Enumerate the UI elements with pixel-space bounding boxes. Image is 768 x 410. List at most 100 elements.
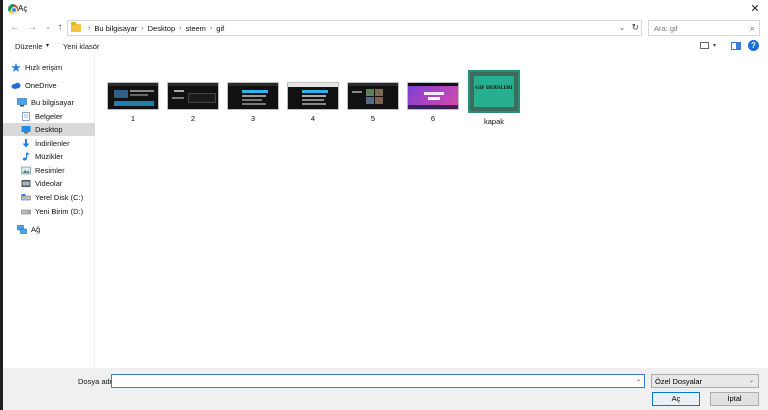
sidebar-item-downloads[interactable]: İndirilenler [3, 137, 95, 150]
sidebar-item-label: Yerel Disk (C:) [35, 193, 84, 202]
organize-button[interactable]: Düzenle [15, 42, 43, 51]
file-name: 5 [370, 114, 376, 123]
breadcrumb-item[interactable]: steem [186, 24, 206, 33]
sidebar-item-label: Müzikler [35, 152, 63, 161]
breadcrumb-separator[interactable]: › [179, 25, 181, 32]
music-icon [21, 152, 31, 161]
search-placeholder: Ara: gif [654, 24, 678, 33]
file-type-value: Özel Dosyalar [655, 377, 703, 386]
sidebar-item-label: Belgeler [35, 112, 63, 121]
file-name: 2 [190, 114, 196, 123]
file-name: kapak [483, 117, 504, 126]
chevron-down-icon[interactable]: ⌄ [749, 377, 754, 384]
file-item[interactable]: 5 [346, 82, 400, 123]
filename-input[interactable]: ⌄ [111, 374, 645, 388]
sidebar-item-music[interactable]: Müzikler [3, 150, 95, 163]
file-thumbnail [407, 82, 459, 110]
up-button[interactable]: ↑ [53, 21, 67, 35]
title-bar: Aç ✕ [3, 0, 768, 18]
sidebar-item-new-volume-d[interactable]: Yeni Birim (D:) [3, 205, 95, 218]
file-item[interactable]: 6 [406, 82, 460, 123]
back-button[interactable]: ← [8, 21, 22, 35]
sidebar-item-label: Bu bilgisayar [31, 98, 74, 107]
file-thumbnail: GIF DERSLERİ [468, 70, 520, 113]
cloud-icon [11, 81, 21, 90]
file-thumbnail [167, 82, 219, 110]
videos-icon [21, 179, 31, 188]
close-button[interactable]: ✕ [748, 2, 762, 16]
address-bar[interactable]: › Bu bilgisayar › Desktop › steem › gif … [67, 20, 642, 36]
search-icon[interactable]: ⌕ [750, 23, 755, 34]
window-title: Aç [18, 4, 28, 13]
open-button[interactable]: Aç [652, 392, 700, 406]
file-item[interactable]: 2 [166, 82, 220, 123]
computer-icon [17, 98, 27, 107]
file-item[interactable]: 1 [106, 82, 160, 123]
sidebar-item-label: Hızlı erişim [25, 63, 63, 72]
desktop-icon [21, 125, 31, 134]
sidebar-item-local-disk-c[interactable]: Yerel Disk (C:) [3, 191, 95, 204]
file-thumbnail [227, 82, 279, 110]
file-list: 1 2 3 4 5 6 GIF DERSLERİ kapak [96, 55, 768, 368]
sidebar-item-onedrive[interactable]: OneDrive [3, 79, 95, 92]
sidebar-item-label: OneDrive [25, 81, 57, 90]
preview-pane-icon[interactable] [731, 42, 741, 50]
drive-d-icon [21, 207, 31, 216]
chevron-down-icon[interactable]: ▾ [46, 42, 49, 49]
chevron-down-icon[interactable]: ⌄ [636, 376, 641, 383]
pictures-icon [21, 166, 31, 175]
view-dropdown-icon[interactable]: ▾ [713, 42, 716, 49]
sidebar-item-network[interactable]: Ağ [3, 223, 95, 236]
network-icon [17, 225, 27, 234]
sidebar-item-label: İndirilenler [35, 139, 70, 148]
command-toolbar: Düzenle ▾ Yeni klasör ▾ ? [3, 38, 768, 55]
sidebar-item-label: Desktop [35, 125, 63, 134]
forward-button[interactable]: → [25, 21, 39, 35]
file-thumbnail [287, 82, 339, 110]
view-options-icon[interactable] [700, 42, 709, 49]
file-type-select[interactable]: Özel Dosyalar ⌄ [651, 374, 759, 388]
sidebar-item-quick-access[interactable]: Hızlı erişim [3, 61, 95, 74]
dialog-footer: Dosya adı: ⌄ Özel Dosyalar ⌄ Aç İptal [3, 368, 768, 410]
breadcrumb-separator: › [88, 25, 91, 32]
breadcrumb-item[interactable]: Bu bilgisayar [94, 24, 137, 33]
file-name: 3 [250, 114, 256, 123]
sidebar-item-label: Yeni Birim (D:) [35, 207, 84, 216]
sidebar-item-this-pc[interactable]: Bu bilgisayar [3, 96, 95, 109]
breadcrumb-item[interactable]: Desktop [148, 24, 176, 33]
sidebar-item-pictures[interactable]: Resimler [3, 164, 95, 177]
breadcrumb: › Bu bilgisayar › Desktop › steem › gif [84, 24, 224, 33]
sidebar-item-label: Ağ [31, 225, 41, 234]
breadcrumb-separator[interactable]: › [141, 25, 143, 32]
breadcrumb-item[interactable]: gif [216, 24, 224, 33]
sidebar-item-label: Videolar [35, 179, 63, 188]
file-item[interactable]: GIF DERSLERİ kapak [466, 70, 522, 126]
file-name: 4 [310, 114, 316, 123]
refresh-icon[interactable]: ↻ [631, 21, 639, 34]
navigation-pane: Hızlı erişim OneDrive Bu bilgisayar Belg… [3, 55, 95, 368]
help-icon[interactable]: ? [748, 40, 759, 51]
star-icon [11, 63, 21, 72]
thumbnail-text: GIF DERSLERİ [475, 86, 513, 91]
sidebar-item-desktop[interactable]: Desktop [3, 123, 95, 136]
navigation-bar: ← → ⌄ ↑ › Bu bilgisayar › Desktop › stee… [3, 18, 768, 38]
file-name: 1 [130, 114, 136, 123]
cancel-button[interactable]: İptal [710, 392, 759, 406]
documents-icon [21, 112, 31, 121]
file-thumbnail [107, 82, 159, 110]
file-item[interactable]: 3 [226, 82, 280, 123]
address-dropdown-button[interactable]: ⌄ [619, 22, 625, 35]
sidebar-item-documents[interactable]: Belgeler [3, 110, 95, 123]
chrome-icon [8, 4, 18, 14]
file-name: 6 [430, 114, 436, 123]
file-thumbnail [347, 82, 399, 110]
filename-label: Dosya adı: [78, 377, 114, 386]
sidebar-item-videos[interactable]: Videolar [3, 177, 95, 190]
new-folder-button[interactable]: Yeni klasör [63, 42, 99, 51]
drive-c-icon [21, 193, 31, 202]
sidebar-item-label: Resimler [35, 166, 65, 175]
breadcrumb-separator[interactable]: › [210, 25, 212, 32]
search-input[interactable]: Ara: gif ⌕ [648, 20, 760, 36]
file-item[interactable]: 4 [286, 82, 340, 123]
folder-icon [71, 22, 81, 32]
